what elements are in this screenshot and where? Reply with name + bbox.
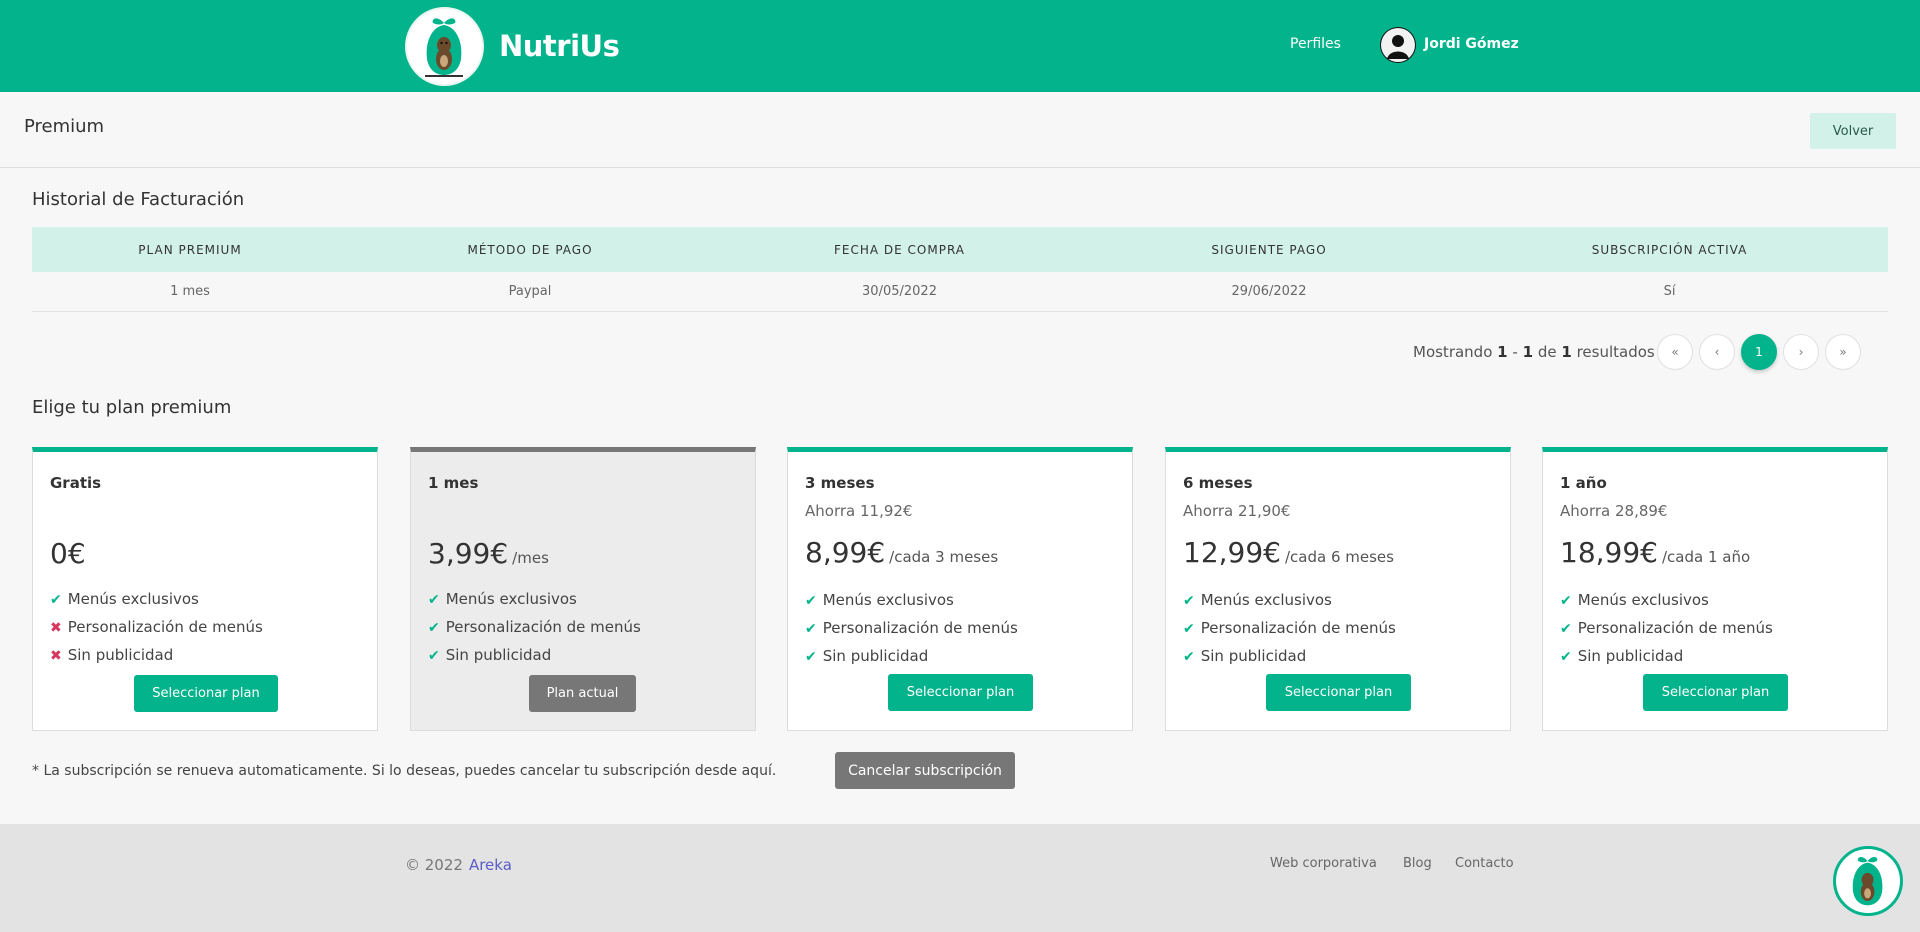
check-icon: ✔ bbox=[1560, 621, 1572, 637]
plan-price: 3,99€/mes bbox=[428, 537, 549, 570]
feature-item: ✔ Sin publicidad bbox=[1183, 647, 1307, 665]
table-header-row: PLAN PREMIUM MÉTODO DE PAGO FECHA DE COM… bbox=[32, 227, 1888, 272]
feature-item: ✔ Sin publicidad bbox=[1560, 647, 1684, 665]
footer-link-blog[interactable]: Blog bbox=[1403, 856, 1432, 871]
check-icon: ✔ bbox=[50, 592, 62, 608]
plans-title: Elige tu plan premium bbox=[32, 397, 232, 418]
next-page-button[interactable]: › bbox=[1783, 334, 1819, 370]
check-icon: ✔ bbox=[1560, 593, 1572, 609]
plan-features: ✔ Menús exclusivos ✖ Personalización de me… bbox=[50, 585, 263, 669]
nav-profiles-link[interactable]: Perfiles bbox=[1290, 36, 1341, 52]
last-page-button[interactable]: » bbox=[1825, 334, 1861, 370]
table-cell: Sí bbox=[1451, 272, 1888, 312]
plan-savings: Ahorra 21,90€ bbox=[1183, 502, 1291, 520]
select-plan-button[interactable]: Seleccionar plan bbox=[1266, 674, 1411, 711]
feature-item: ✔ Personalización de menús bbox=[1560, 619, 1773, 637]
feature-item: ✔ Personalización de menús bbox=[1183, 619, 1396, 637]
top-navbar: NutriUs Perfiles Jordi Gómez bbox=[0, 0, 1920, 92]
cross-icon: ✖ bbox=[50, 648, 62, 664]
feature-item: ✔ Menús exclusivos bbox=[50, 590, 199, 608]
check-icon: ✔ bbox=[805, 621, 817, 637]
footer-link-contact[interactable]: Contacto bbox=[1455, 856, 1514, 871]
column-header: MÉTODO DE PAGO bbox=[348, 227, 712, 272]
copyright: © 2022 Areka bbox=[405, 856, 512, 874]
feature-item: ✔ Menús exclusivos bbox=[428, 590, 577, 608]
check-icon: ✔ bbox=[1183, 649, 1195, 665]
plan-name: 1 mes bbox=[428, 474, 479, 492]
plan-name: 6 meses bbox=[1183, 474, 1253, 492]
column-header: PLAN PREMIUM bbox=[32, 227, 348, 272]
page-title: Premium bbox=[24, 116, 105, 137]
plan-card-free: Gratis 0€ ✔ Menús exclusivos ✖ Personaliza… bbox=[32, 447, 378, 731]
plan-card-1-year: 1 año Ahorra 28,89€ 18,99€/cada 1 año ✔ M… bbox=[1542, 447, 1888, 731]
first-page-button[interactable]: « bbox=[1657, 334, 1693, 370]
check-icon: ✔ bbox=[1560, 649, 1572, 665]
table-cell: 29/06/2022 bbox=[1087, 272, 1451, 312]
plan-savings: Ahorra 11,92€ bbox=[805, 502, 913, 520]
plan-card-6-months: 6 meses Ahorra 21,90€ 12,99€/cada 6 mese… bbox=[1165, 447, 1511, 731]
user-name[interactable]: Jordi Gómez bbox=[1424, 36, 1519, 52]
feature-item: ✖ Personalización de menús bbox=[50, 618, 263, 636]
feature-item: ✔ Menús exclusivos bbox=[805, 591, 954, 609]
feature-item: ✔ Personalización de menús bbox=[428, 618, 641, 636]
select-plan-button[interactable]: Seleccionar plan bbox=[888, 674, 1033, 711]
current-plan-button[interactable]: Plan actual bbox=[529, 675, 636, 712]
plan-features: ✔ Menús exclusivos ✔ Personalización de me… bbox=[1183, 586, 1396, 670]
check-icon: ✔ bbox=[428, 620, 440, 636]
plan-features: ✔ Menús exclusivos ✔ Personalización de me… bbox=[805, 586, 1018, 670]
plan-savings: Ahorra 28,89€ bbox=[1560, 502, 1668, 520]
check-icon: ✔ bbox=[428, 592, 440, 608]
select-plan-button[interactable]: Seleccionar plan bbox=[134, 675, 278, 712]
footer: © 2022 Areka Web corporativa Blog Contact… bbox=[0, 824, 1920, 932]
plan-price: 18,99€/cada 1 año bbox=[1560, 536, 1751, 569]
cross-icon: ✖ bbox=[50, 620, 62, 636]
plan-name: 3 meses bbox=[805, 474, 875, 492]
plan-card-1-month: 1 mes 3,99€/mes ✔ Menús exclusivos ✔ Perso… bbox=[410, 447, 756, 731]
back-button[interactable]: Volver bbox=[1810, 113, 1896, 149]
table-cell: 1 mes bbox=[32, 272, 348, 312]
company-link[interactable]: Areka bbox=[469, 856, 512, 874]
feature-item: ✔ Sin publicidad bbox=[428, 646, 552, 664]
check-icon: ✔ bbox=[1183, 593, 1195, 609]
plan-name: Gratis bbox=[50, 474, 102, 492]
cancel-subscription-button[interactable]: Cancelar subscripción bbox=[835, 752, 1015, 789]
billing-table: PLAN PREMIUM MÉTODO DE PAGO FECHA DE COM… bbox=[32, 227, 1888, 312]
check-icon: ✔ bbox=[1183, 621, 1195, 637]
floating-logo-button[interactable] bbox=[1833, 846, 1903, 916]
user-avatar[interactable] bbox=[1380, 27, 1416, 63]
column-header: SIGUIENTE PAGO bbox=[1087, 227, 1451, 272]
footer-link-corporate[interactable]: Web corporativa bbox=[1270, 856, 1377, 871]
select-plan-button[interactable]: Seleccionar plan bbox=[1643, 674, 1788, 711]
plan-card-3-months: 3 meses Ahorra 11,92€ 8,99€/cada 3 meses… bbox=[787, 447, 1133, 731]
plan-features: ✔ Menús exclusivos ✔ Personalización de me… bbox=[1560, 586, 1773, 670]
plan-name: 1 año bbox=[1560, 474, 1607, 492]
renewal-note: * La subscripción se renueva automaticam… bbox=[32, 763, 777, 779]
billing-title: Historial de Facturación bbox=[32, 189, 245, 210]
feature-item: ✔ Sin publicidad bbox=[805, 647, 929, 665]
feature-item: ✔ Menús exclusivos bbox=[1183, 591, 1332, 609]
check-icon: ✔ bbox=[805, 593, 817, 609]
brand-name[interactable]: NutriUs bbox=[499, 29, 620, 63]
plan-price: 8,99€/cada 3 meses bbox=[805, 536, 999, 569]
check-icon: ✔ bbox=[805, 649, 817, 665]
prev-page-button[interactable]: ‹ bbox=[1699, 334, 1735, 370]
plan-features: ✔ Menús exclusivos ✔ Personalización de me… bbox=[428, 585, 641, 669]
check-icon: ✔ bbox=[428, 648, 440, 664]
feature-item: ✖ Sin publicidad bbox=[50, 646, 174, 664]
table-row: 1 mes Paypal 30/05/2022 29/06/2022 Sí bbox=[32, 272, 1888, 312]
nutrius-logo[interactable] bbox=[405, 7, 484, 86]
page-1-button[interactable]: 1 bbox=[1741, 334, 1777, 370]
plan-price: 0€ bbox=[50, 537, 86, 570]
page-header: Premium Volver bbox=[0, 92, 1920, 168]
feature-item: ✔ Personalización de menús bbox=[805, 619, 1018, 637]
table-cell: 30/05/2022 bbox=[712, 272, 1087, 312]
column-header: SUBSCRIPCIÓN ACTIVA bbox=[1451, 227, 1888, 272]
table-cell: Paypal bbox=[348, 272, 712, 312]
feature-item: ✔ Menús exclusivos bbox=[1560, 591, 1709, 609]
column-header: FECHA DE COMPRA bbox=[712, 227, 1087, 272]
plan-price: 12,99€/cada 6 meses bbox=[1183, 536, 1394, 569]
results-summary: Mostrando 1 - 1 de 1 resultados bbox=[1413, 343, 1655, 361]
